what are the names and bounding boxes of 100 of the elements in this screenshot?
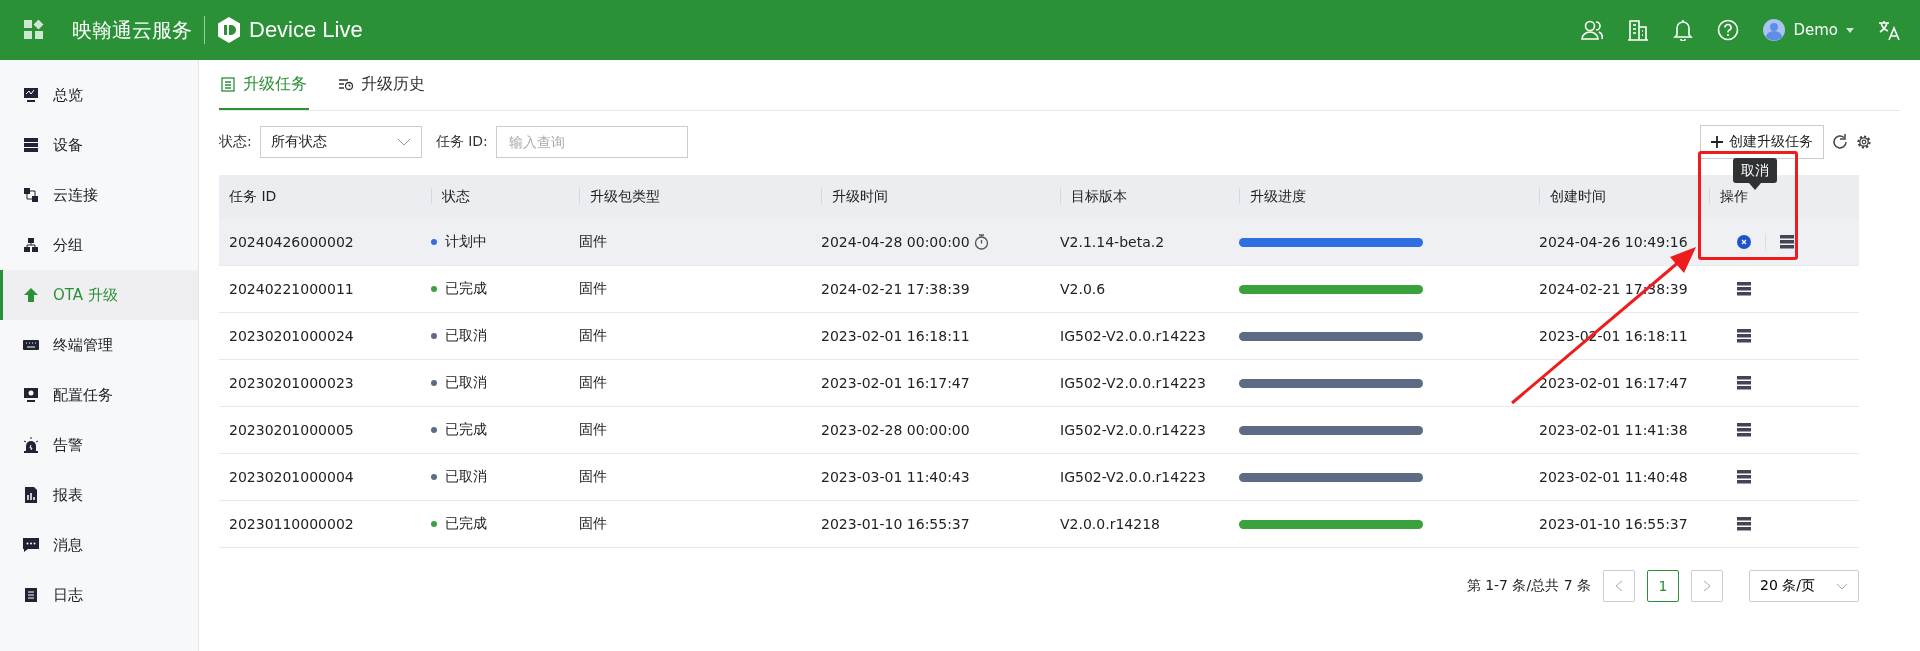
table-cell: 2023-02-28 00:00:00 [821,422,970,438]
sidebar-item[interactable]: OTA 升级 [0,270,198,320]
table-cell: 固件 [579,233,607,249]
server-icon [23,137,39,153]
column-header: 操作 [1709,188,1748,204]
sidebar-item[interactable]: 日志 [0,570,198,620]
table-cell: 固件 [579,515,607,531]
keyboard-icon [23,337,39,353]
server-details-icon[interactable] [1780,235,1794,249]
sidebar-item[interactable]: 终端管理 [0,320,198,370]
task-id-label: 任务 ID: [435,133,488,151]
table-cell: 20230201000005 [229,422,354,438]
tab[interactable]: 升级任务 [219,60,309,110]
users-icon[interactable] [1581,19,1604,41]
table-cell: IG502-V2.0.0.r14223 [1060,469,1206,485]
table-cell: 20240426000002 [229,234,354,250]
sidebar-item[interactable]: 配置任务 [0,370,198,420]
column-header: 目标版本 [1060,188,1127,204]
sidebar-item[interactable]: 分组 [0,220,198,270]
status-text: 已完成 [445,515,487,533]
table-cell: 20230201000004 [229,469,354,485]
gear-monitor-icon [23,387,39,403]
tooltip: 取消 [1733,158,1777,183]
column-header: 任务 ID [229,188,277,204]
server-details-icon[interactable] [1737,329,1751,343]
hexagon-logo-icon [217,17,241,43]
server-details-icon[interactable] [1737,282,1751,296]
linked-squares-icon [23,187,39,203]
bell-icon[interactable] [1673,19,1694,41]
cancel-icon[interactable] [1737,235,1751,249]
building-icon[interactable] [1627,19,1650,41]
sidebar-label: 分组 [53,235,83,255]
plus-icon [1711,136,1723,148]
column-header: 升级时间 [821,188,888,204]
server-details-icon[interactable] [1737,517,1751,531]
sidebar-item[interactable]: 消息 [0,520,198,570]
sidebar-label: 终端管理 [53,335,113,355]
table-cell: 2023-02-01 11:41:38 [1539,422,1688,438]
sidebar-label: 消息 [53,535,83,555]
task-id-field[interactable]: 输入查询 [495,126,688,158]
table-cell: 2023-01-10 16:55:37 [1539,516,1688,532]
page-size-dropdown[interactable]: 20 条/页 [1749,570,1859,602]
create-upgrade-task-button[interactable]: 创建升级任务 [1700,125,1824,159]
pagination-summary: 第 1-7 条/总共 7 条 [1466,577,1591,595]
tab[interactable]: 升级历史 [337,60,427,110]
server-details-icon[interactable] [1737,376,1751,390]
sidebar-item[interactable]: 设备 [0,120,198,170]
settings-icon[interactable] [1856,134,1872,150]
refresh-icon[interactable] [1832,134,1848,150]
table-cell: 2023-02-01 16:18:11 [821,328,970,344]
table-cell: 20240221000011 [229,281,354,297]
table-cell: 20230201000023 [229,375,354,391]
table-cell: V2.0.0.r14218 [1060,516,1160,532]
sidebar-item[interactable]: 云连接 [0,170,198,220]
status-label: 状态: [219,133,252,151]
caret-icon[interactable] [1846,27,1854,33]
table-cell: 固件 [579,421,607,437]
table-cell: 2024-04-28 00:00:00 [821,234,970,250]
sidebar-label: 云连接 [53,185,98,205]
table-cell: 2023-03-01 11:40:43 [821,469,970,485]
brand-name: 映翰通云服务 [72,16,192,44]
status-text: 已取消 [445,374,487,392]
status-dropdown[interactable]: 所有状态 [259,126,422,158]
up-arrow-icon [23,287,39,303]
status-text: 计划中 [445,233,487,251]
column-header: 状态 [431,188,470,204]
table-cell: IG502-V2.0.0.r14223 [1060,422,1206,438]
sidebar-item[interactable]: 报表 [0,470,198,520]
table-cell: 20230110000002 [229,516,354,532]
help-icon[interactable] [1717,19,1740,41]
column-header: 创建时间 [1539,188,1606,204]
bar-chart-file-icon [23,487,39,503]
table-cell: 固件 [579,468,607,484]
chevron-right-icon [1703,580,1711,592]
chevron-down-icon [1836,582,1848,590]
hierarchy-icon [23,237,39,253]
table-cell: IG502-V2.0.0.r14223 [1060,328,1206,344]
sidebar-item[interactable]: 总览 [0,70,198,120]
sidebar-item[interactable]: 告警 [0,420,198,470]
sidebar-label: 总览 [53,85,83,105]
product-name: Device Live [249,17,363,43]
page-button[interactable]: 1 [1647,570,1679,602]
status-text: 已取消 [445,327,487,345]
server-details-icon[interactable] [1737,423,1751,437]
table-cell: 2023-02-01 16:17:47 [1539,375,1688,391]
table-cell: 20230201000024 [229,328,354,344]
table-cell: IG502-V2.0.0.r14223 [1060,375,1206,391]
status-text: 已完成 [445,280,487,298]
table-cell: 2024-04-26 10:49:16 [1539,234,1688,250]
sidebar-label: 报表 [53,485,83,505]
server-details-icon[interactable] [1737,470,1751,484]
table-cell: 固件 [579,280,607,296]
table-cell: V2.1.14-beta.2 [1060,234,1165,250]
chat-bubble-icon [23,537,39,553]
table-cell: 2023-02-01 11:40:48 [1539,469,1688,485]
user-name[interactable]: Demo [1793,21,1838,39]
document-icon [23,587,39,603]
translate-icon[interactable] [1878,19,1900,41]
chevron-left-icon [1615,580,1623,592]
chevron-down-icon [396,138,411,146]
